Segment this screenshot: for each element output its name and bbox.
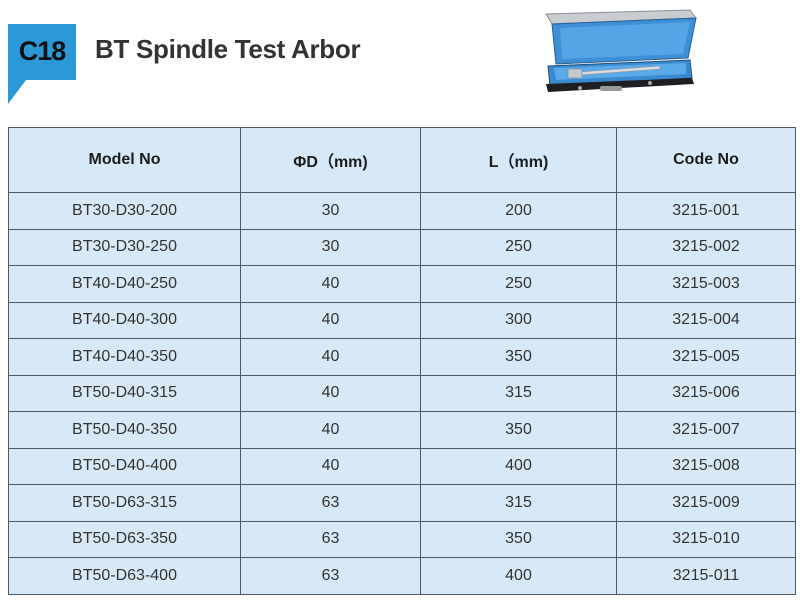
model-cell: BT50-D40-350 [8, 411, 241, 449]
code-cell: 3215-011 [616, 557, 796, 595]
diameter-cell: 40 [240, 411, 421, 449]
page-header: C18 BT Spindle Test Arbor [0, 0, 800, 125]
page-title: BT Spindle Test Arbor [95, 34, 361, 64]
length-cell: 300 [420, 301, 617, 339]
column-header-code: Code No [616, 127, 796, 193]
spec-table: Model No ΦD（mm) L（mm) Code No BT30-D30-2… [8, 127, 796, 595]
model-cell: BT50-D63-400 [8, 557, 241, 595]
diameter-cell: 30 [240, 192, 421, 230]
diameter-cell: 30 [240, 228, 421, 266]
diameter-cell: 63 [240, 484, 421, 522]
table-row: BT50-D40-400 40 400 3215-008 [8, 447, 796, 485]
code-cell: 3215-008 [616, 447, 796, 485]
model-cell: BT50-D40-400 [8, 447, 241, 485]
table-row: BT40-D40-350 40 350 3215-005 [8, 338, 796, 376]
length-cell: 250 [420, 228, 617, 266]
section-code: C18 [18, 36, 67, 66]
code-cell: 3215-009 [616, 484, 796, 522]
column-header-length: L（mm) [420, 127, 617, 193]
table-row: BT30-D30-200 30 200 3215-001 [8, 192, 796, 230]
product-case-image [540, 8, 700, 108]
model-cell: BT40-D40-250 [8, 265, 241, 303]
length-cell: 350 [420, 520, 617, 558]
model-cell: BT50-D63-350 [8, 520, 241, 558]
length-cell: 315 [420, 484, 617, 522]
code-cell: 3215-004 [616, 301, 796, 339]
code-cell: 3215-007 [616, 411, 796, 449]
model-cell: BT30-D30-250 [8, 228, 241, 266]
length-cell: 350 [420, 411, 617, 449]
table-row: BT40-D40-250 40 250 3215-003 [8, 265, 796, 303]
table-row: BT50-D63-350 63 350 3215-010 [8, 520, 796, 558]
model-cell: BT40-D40-300 [8, 301, 241, 339]
diameter-cell: 63 [240, 557, 421, 595]
model-cell: BT50-D63-315 [8, 484, 241, 522]
diameter-cell: 40 [240, 301, 421, 339]
diameter-cell: 40 [240, 374, 421, 412]
table-row: BT50-D40-350 40 350 3215-007 [8, 411, 796, 449]
section-badge: C18 [8, 24, 76, 104]
code-cell: 3215-002 [616, 228, 796, 266]
diameter-cell: 40 [240, 265, 421, 303]
column-header-model: Model No [8, 127, 241, 193]
model-cell: BT40-D40-350 [8, 338, 241, 376]
table-header-row: Model No ΦD（mm) L（mm) Code No [8, 127, 796, 193]
diameter-cell: 40 [240, 447, 421, 485]
table-row: BT50-D63-400 63 400 3215-011 [8, 557, 796, 595]
model-cell: BT50-D40-315 [8, 374, 241, 412]
length-cell: 250 [420, 265, 617, 303]
table-row: BT30-D30-250 30 250 3215-002 [8, 228, 796, 266]
code-cell: 3215-003 [616, 265, 796, 303]
model-cell: BT30-D30-200 [8, 192, 241, 230]
table-row: BT40-D40-300 40 300 3215-004 [8, 301, 796, 339]
diameter-cell: 40 [240, 338, 421, 376]
length-cell: 200 [420, 192, 617, 230]
code-cell: 3215-001 [616, 192, 796, 230]
code-cell: 3215-005 [616, 338, 796, 376]
length-cell: 315 [420, 374, 617, 412]
column-header-diameter: ΦD（mm) [240, 127, 421, 193]
length-cell: 400 [420, 447, 617, 485]
table-row: BT50-D40-315 40 315 3215-006 [8, 374, 796, 412]
table-row: BT50-D63-315 63 315 3215-009 [8, 484, 796, 522]
length-cell: 350 [420, 338, 617, 376]
code-cell: 3215-006 [616, 374, 796, 412]
diameter-cell: 63 [240, 520, 421, 558]
length-cell: 400 [420, 557, 617, 595]
code-cell: 3215-010 [616, 520, 796, 558]
